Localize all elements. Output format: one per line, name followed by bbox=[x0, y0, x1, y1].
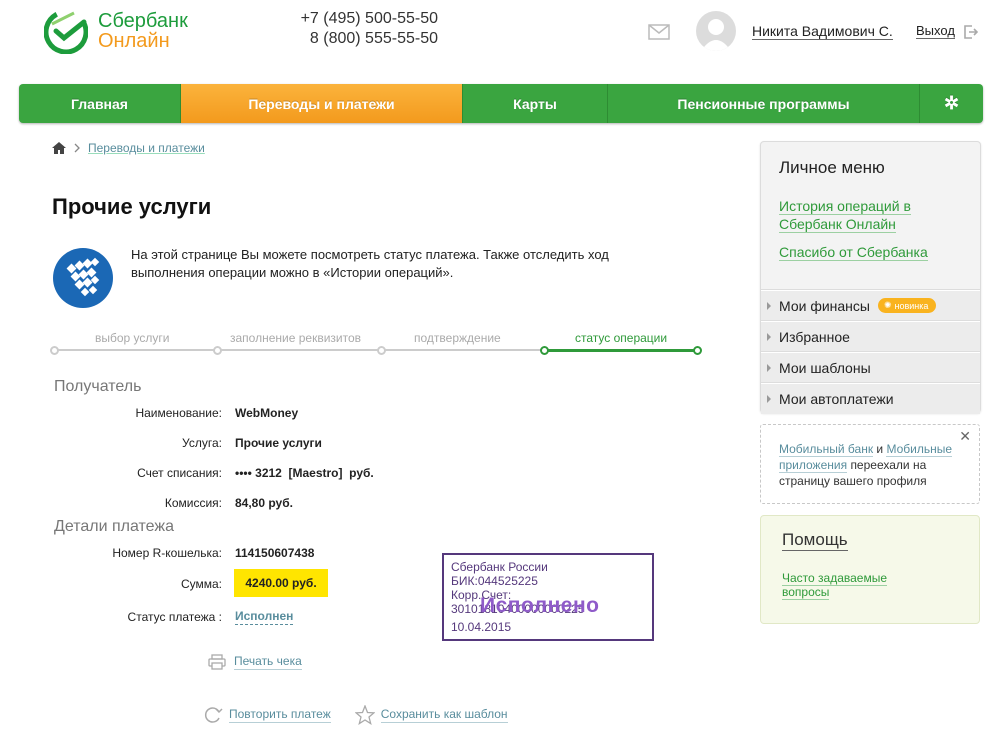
print-receipt-link[interactable]: Печать чека bbox=[234, 654, 302, 670]
repeat-payment-action[interactable]: Повторить платеж bbox=[203, 705, 331, 725]
avatar[interactable] bbox=[696, 11, 736, 51]
new-badge: ✺ новинка bbox=[877, 298, 937, 313]
payment-status-link[interactable]: Исполнен bbox=[235, 609, 294, 625]
repeat-payment-link[interactable]: Повторить платеж bbox=[229, 707, 331, 723]
personal-menu: Личное меню История операций в Сбербанк … bbox=[760, 141, 981, 414]
service-label: Услуга: bbox=[182, 436, 222, 450]
mail-icon[interactable] bbox=[648, 24, 670, 40]
recipient-section-title: Получатель bbox=[54, 378, 142, 395]
sberbank-logo-icon bbox=[44, 10, 88, 54]
recipient-name-label: Наименование: bbox=[135, 406, 222, 420]
brand-subname: Онлайн bbox=[98, 30, 170, 52]
progress-track bbox=[54, 349, 545, 351]
fee-value: 84,80 руб. bbox=[235, 496, 293, 510]
faq-link[interactable]: Часто задаваемые вопросы bbox=[782, 571, 902, 600]
wallet-number-label: Номер R-кошелька: bbox=[112, 546, 222, 560]
step-dot-3 bbox=[377, 346, 386, 355]
logout-icon[interactable] bbox=[964, 25, 978, 39]
debit-account-value: •••• 3212 [Maestro] руб. bbox=[235, 466, 374, 480]
nav-cards[interactable]: Карты bbox=[463, 84, 608, 123]
menu-item-favorites[interactable]: Избранное bbox=[761, 321, 980, 352]
triangle-right-icon bbox=[767, 302, 771, 310]
save-template-action[interactable]: Сохранить как шаблон bbox=[354, 705, 508, 725]
step-label-choose-service: выбор услуги bbox=[95, 331, 170, 345]
notice-and: и bbox=[876, 442, 884, 456]
progress-steps: выбор услуги заполнение реквизитов подтв… bbox=[50, 326, 705, 366]
menu-link-spasibo-label: Спасибо от Сбербанка bbox=[779, 244, 928, 261]
menu-link-operation-history-label: История операций в Сбербанк Онлайн bbox=[779, 198, 911, 233]
stamp-bank-name: Сбербанк России bbox=[451, 560, 548, 574]
nav-transfers-payments[interactable]: Переводы и платежи bbox=[181, 84, 463, 123]
service-value: Прочие услуги bbox=[235, 436, 322, 450]
intro-text: На этой странице Вы можете посмотреть ст… bbox=[131, 247, 609, 280]
star-icon bbox=[354, 705, 375, 725]
sberbank-logo[interactable]: Сбербанк Онлайн bbox=[44, 8, 204, 54]
logout-link[interactable]: Выход bbox=[916, 23, 955, 39]
webmoney-logo bbox=[53, 248, 113, 308]
stamp-status: Исполнено bbox=[480, 594, 600, 617]
menu-item-my-autopayments[interactable]: Мои автоплатежи bbox=[761, 383, 980, 414]
step-label-fill-details: заполнение реквизитов bbox=[230, 331, 362, 345]
menu-item-my-templates-label: Мои шаблоны bbox=[779, 359, 871, 376]
payment-details-section-title: Детали платежа bbox=[54, 518, 174, 535]
amount-label: Сумма: bbox=[180, 577, 222, 591]
sparkle-icon: ✺ bbox=[883, 300, 892, 310]
debit-account-label: Счет списания: bbox=[137, 466, 222, 480]
help-title[interactable]: Помощь bbox=[782, 530, 848, 551]
nav-main[interactable]: Главная bbox=[19, 84, 181, 123]
user-silhouette-icon bbox=[701, 19, 731, 51]
amount-value: 4240.00 руб. bbox=[234, 569, 328, 597]
close-icon[interactable]: ✕ bbox=[959, 428, 971, 444]
profile-notice: ✕ Мобильный банк и Мобильные приложения … bbox=[760, 424, 980, 504]
save-template-link[interactable]: Сохранить как шаблон bbox=[380, 707, 508, 723]
home-icon[interactable] bbox=[52, 142, 66, 154]
repeat-icon bbox=[204, 707, 223, 723]
menu-link-spasibo[interactable]: Спасибо от Сбербанка bbox=[779, 243, 969, 261]
mobile-bank-link[interactable]: Мобильный банк bbox=[779, 442, 874, 457]
step-label-confirmation: подтверждение bbox=[414, 331, 501, 345]
gear-icon: ✲ bbox=[943, 93, 960, 113]
menu-item-my-finances-label: Мои финансы bbox=[779, 297, 870, 314]
printer-icon bbox=[208, 654, 226, 670]
help-box: Помощь Часто задаваемые вопросы bbox=[760, 515, 980, 624]
recipient-name-value: WebMoney bbox=[235, 406, 299, 420]
phone-1: +7 (495) 500-55-50 bbox=[300, 10, 438, 27]
progress-track-active bbox=[545, 348, 697, 352]
breadcrumb-link-transfers[interactable]: Переводы и платежи bbox=[88, 141, 205, 155]
triangle-right-icon bbox=[767, 395, 771, 403]
main-nav: Главная Переводы и платежи Карты Пенсион… bbox=[19, 84, 983, 123]
contact-phones: +7 (495) 500-55-50 8 (800) 555-55-50 bbox=[290, 9, 438, 49]
breadcrumb: Переводы и платежи bbox=[52, 141, 205, 155]
menu-item-my-templates[interactable]: Мои шаблоны bbox=[761, 352, 980, 383]
wallet-number-value: 114150607438 bbox=[235, 546, 315, 560]
step-label-operation-status: статус операции bbox=[575, 331, 668, 345]
nav-pension-programs[interactable]: Пенсионные программы bbox=[608, 84, 920, 123]
bank-stamp: Сбербанк России БИК:044525225 Корр.Счет:… bbox=[442, 553, 654, 641]
faq-link-label: Часто задаваемые вопросы bbox=[782, 571, 888, 600]
stamp-bik: БИК:044525225 bbox=[451, 574, 538, 588]
payment-actions: Повторить платеж Сохранить как шаблон bbox=[203, 705, 532, 725]
settings-button[interactable]: ✲ bbox=[920, 84, 983, 123]
page-title: Прочие услуги bbox=[52, 194, 212, 219]
step-dot-end bbox=[693, 346, 702, 355]
phone-2: 8 (800) 555-55-50 bbox=[309, 30, 438, 47]
menu-item-my-finances[interactable]: Мои финансы ✺ новинка bbox=[761, 290, 980, 321]
new-badge-label: новинка bbox=[894, 300, 929, 311]
step-dot-4 bbox=[540, 346, 549, 355]
triangle-right-icon bbox=[767, 364, 771, 372]
menu-item-my-autopayments-label: Мои автоплатежи bbox=[779, 391, 894, 407]
chevron-right-icon bbox=[74, 143, 80, 153]
step-dot-2 bbox=[213, 346, 222, 355]
print-receipt-action[interactable]: Печать чека bbox=[208, 654, 302, 670]
menu-item-favorites-label: Избранное bbox=[779, 328, 850, 345]
user-name[interactable]: Никита Вадимович С. bbox=[752, 23, 893, 40]
fee-label: Комиссия: bbox=[164, 496, 222, 510]
stamp-date: 10.04.2015 bbox=[451, 620, 512, 634]
menu-link-operation-history[interactable]: История операций в Сбербанк Онлайн bbox=[779, 197, 969, 233]
personal-menu-title: Личное меню bbox=[779, 158, 885, 177]
payment-status-label: Статус платежа : bbox=[127, 610, 222, 624]
step-dot-1 bbox=[50, 346, 59, 355]
triangle-right-icon bbox=[767, 333, 771, 341]
